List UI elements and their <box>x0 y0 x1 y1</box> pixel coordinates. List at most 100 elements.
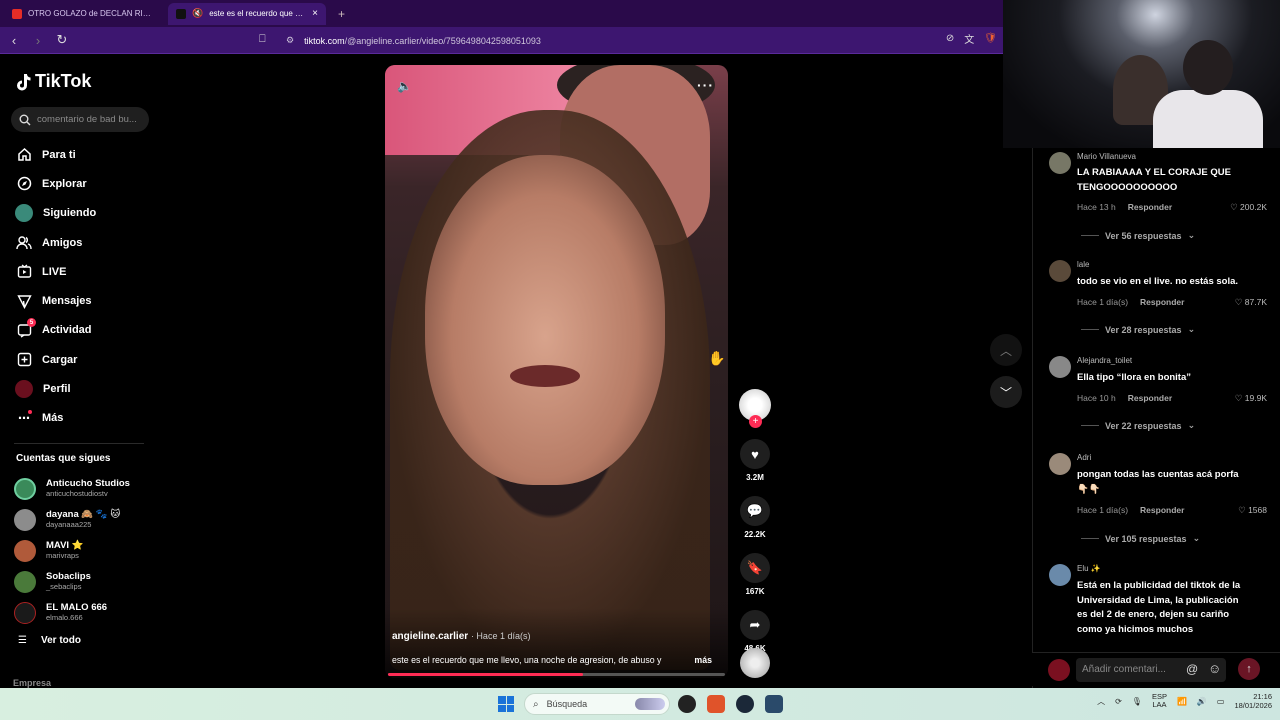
account-name: dayana 🙈 🐾 🐱 <box>46 509 121 521</box>
avatar[interactable] <box>1049 453 1071 475</box>
music-disc-icon[interactable] <box>740 648 770 678</box>
footer-link-empresa[interactable]: Empresa <box>13 678 51 688</box>
volume-icon[interactable]: 🔈 <box>397 79 412 93</box>
reply-button[interactable]: Responder <box>1140 297 1184 308</box>
forward-icon[interactable]: › <box>28 30 48 50</box>
sidebar-item-cargar[interactable]: Cargar <box>0 345 160 374</box>
following-account[interactable]: Sobaclips _sebaclips <box>14 566 160 597</box>
heart-icon[interactable]: ♥ <box>740 439 770 469</box>
see-all-button[interactable]: ☰ Ver todo <box>18 635 81 646</box>
view-replies-label: Ver 28 respuestas <box>1105 324 1182 335</box>
following-account[interactable]: EL MALO 666 elmalo.666 <box>14 597 160 628</box>
like-action[interactable]: ♥ 3.2M <box>737 439 773 482</box>
following-account[interactable]: dayana 🙈 🐾 🐱 dayanaaa225 <box>14 504 160 535</box>
comment-likes[interactable]: ♡ 19.9K <box>1235 393 1267 404</box>
sidebar-item-amigos[interactable]: Amigos <box>0 228 160 257</box>
github-app-icon[interactable] <box>678 695 696 713</box>
caption-more-button[interactable]: más <box>694 655 712 665</box>
reply-button[interactable]: Responder <box>1128 202 1172 213</box>
share-arrow-icon[interactable]: ➦ <box>740 610 770 640</box>
url-field[interactable]: ⚙ tiktok.com/@angieline.carlier/video/75… <box>286 32 541 49</box>
comment-meta: Hace 1 día(s) Responder ♡ 87.7K <box>1077 297 1267 308</box>
reload-icon[interactable]: ↻ <box>52 30 72 50</box>
avatar[interactable] <box>1049 356 1071 378</box>
sidebar-item-explorar[interactable]: Explorar <box>0 169 160 198</box>
following-account[interactable]: MAVI ⭐ marivraps <box>14 535 160 566</box>
emoji-icon[interactable]: ☺ <box>1208 661 1221 676</box>
taskbar-search[interactable]: ⌕ Búsqueda <box>524 693 670 715</box>
sidebar-item-perfil[interactable]: Perfil <box>0 374 160 403</box>
windows-start-icon[interactable] <box>498 696 514 712</box>
wifi-icon[interactable]: 📶 <box>1177 697 1187 706</box>
reply-button[interactable]: Responder <box>1128 393 1172 404</box>
following-account[interactable]: Anticucho Studios anticuchostudiostv <box>14 473 160 504</box>
close-tab-icon[interactable]: × <box>312 8 318 19</box>
comment-username[interactable]: Elu ✨ <box>1077 564 1101 573</box>
next-video-button[interactable]: ﹀ <box>990 376 1022 408</box>
sidebar-item-siguiendo[interactable]: Siguiendo <box>0 199 160 228</box>
save-action[interactable]: 🔖 167K <box>737 553 773 596</box>
muted-tab-icon[interactable]: 🔇 <box>192 8 203 19</box>
comment-input[interactable]: Añadir comentari... <box>1076 658 1226 682</box>
app-icon[interactable] <box>765 695 783 713</box>
sidebar-item-mensajes[interactable]: Mensajes <box>0 286 160 315</box>
microphone-icon[interactable]: 🎙 <box>1132 697 1142 706</box>
mention-icon[interactable]: @ <box>1186 662 1198 676</box>
reply-button[interactable]: Responder <box>1140 505 1184 516</box>
video-player[interactable]: 🔈 ··· angieline.carlier · Hace 1 día(s) … <box>385 65 728 678</box>
share-action[interactable]: ➦ 48.6K <box>737 610 773 653</box>
account-name: MAVI ⭐ <box>46 540 84 552</box>
sidebar-item-para-ti[interactable]: Para ti <box>0 140 160 169</box>
view-replies-button[interactable]: Ver 105 respuestas ⌄ <box>1081 533 1200 544</box>
comment-likes[interactable]: ♡ 87.7K <box>1235 297 1267 308</box>
new-tab-button[interactable]: + <box>338 7 345 21</box>
comment-username[interactable]: Alejandra_toilet <box>1077 356 1132 365</box>
more-options-icon[interactable]: ··· <box>697 77 714 93</box>
sidebar-item-mas[interactable]: ⋯ Más <box>0 404 160 433</box>
comment-username[interactable]: lale <box>1077 260 1089 269</box>
comment-like-count: 200.2K <box>1240 202 1267 212</box>
video-progress-bar[interactable] <box>388 673 725 676</box>
comment-likes[interactable]: ♡ 200.2K <box>1230 202 1267 213</box>
bookmark-icon[interactable]: ⎕ <box>259 33 266 46</box>
view-replies-button[interactable]: Ver 56 respuestas ⌄ <box>1081 230 1195 241</box>
translate-icon[interactable]: 文 <box>964 31 974 46</box>
sidebar-item-live[interactable]: LIVE <box>0 257 160 286</box>
language-indicator[interactable]: ESP LAA <box>1152 692 1167 710</box>
view-replies-button[interactable]: Ver 22 respuestas ⌄ <box>1081 420 1195 431</box>
video-subject-lips <box>510 365 580 387</box>
avatar[interactable] <box>1049 152 1071 174</box>
search-input[interactable]: comentario de bad bu... <box>11 107 149 132</box>
no-tracking-icon[interactable]: ⊘ <box>946 33 954 44</box>
site-info-icon[interactable]: ⚙ <box>286 35 294 46</box>
view-replies-button[interactable]: Ver 28 respuestas ⌄ <box>1081 324 1195 335</box>
volume-icon[interactable]: 🔊 <box>1197 697 1207 706</box>
brave-shield-icon[interactable]: 🛡 <box>984 33 997 44</box>
sync-icon[interactable]: ⟳ <box>1115 697 1122 706</box>
send-button[interactable]: ↑ <box>1238 658 1260 680</box>
sidebar-item-actividad[interactable]: 5 Actividad <box>0 316 160 345</box>
comment-icon[interactable]: 💬 <box>740 496 770 526</box>
steam-app-icon[interactable] <box>736 695 754 713</box>
follow-plus-icon[interactable]: + <box>749 415 762 428</box>
avatar[interactable] <box>1049 564 1071 586</box>
chevron-up-icon[interactable]: ︿ <box>1097 696 1105 707</box>
video-author[interactable]: angieline.carlier · Hace 1 día(s) <box>392 631 530 642</box>
bookmark-icon[interactable]: 🔖 <box>740 553 770 583</box>
back-icon[interactable]: ‹ <box>4 30 24 50</box>
author-avatar[interactable]: + <box>739 389 771 428</box>
comment-username[interactable]: Adri <box>1077 453 1091 462</box>
previous-video-button[interactable]: ︿ <box>990 334 1022 366</box>
comment-likes[interactable]: ♡ 1568 <box>1238 505 1267 516</box>
avatar[interactable] <box>1049 260 1071 282</box>
battery-icon[interactable]: ▭ <box>1217 697 1225 706</box>
browser-tab-active[interactable]: 🔇 este es el recuerdo que me llevo × <box>168 2 326 25</box>
brave-browser-icon[interactable] <box>707 695 725 713</box>
comment-username[interactable]: Mario Villanueva <box>1077 152 1136 161</box>
comment-action[interactable]: 💬 22.2K <box>737 496 773 539</box>
tiktok-logo[interactable]: TikTok <box>15 71 91 92</box>
more-icon: ⋯ <box>18 410 32 426</box>
lang-layout: LAA <box>1152 700 1167 709</box>
clock[interactable]: 21:16 18/01/2026 <box>1234 692 1272 710</box>
browser-tab[interactable]: OTRO GOLAZO de DECLAN RICE y el <box>4 3 164 25</box>
